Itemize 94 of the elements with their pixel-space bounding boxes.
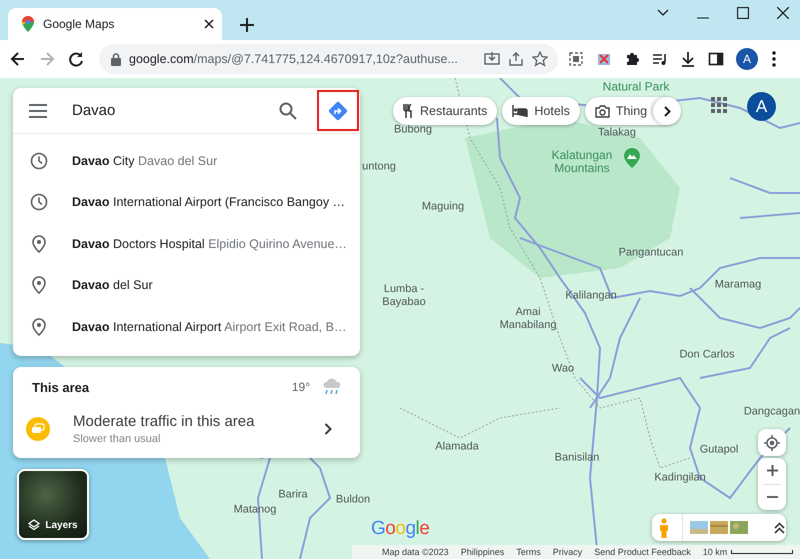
address-bar[interactable]: google.com/maps/@7.741775,124.4670917,10z?authuse... <box>99 44 558 74</box>
close-icon[interactable] <box>204 19 214 29</box>
category-chip[interactable]: Hotels <box>502 97 580 125</box>
place-label: Buldon <box>336 494 370 506</box>
search-field[interactable]: Davao <box>72 102 262 119</box>
area-title: This area <box>32 380 90 394</box>
place-label: Kadingilan <box>654 472 706 484</box>
close-icon[interactable] <box>777 7 789 19</box>
traffic-title: Moderate traffic in this area <box>73 413 256 430</box>
profile-avatar[interactable]: A <box>736 48 758 70</box>
place-label: Dangcagan <box>744 406 800 418</box>
back-icon[interactable] <box>9 50 27 68</box>
reload-icon[interactable] <box>67 50 85 68</box>
place-label: Don Carlos <box>679 348 735 362</box>
side-panel-icon[interactable] <box>708 51 724 67</box>
location-pin-icon <box>32 276 46 294</box>
footer-link[interactable]: Philippines <box>460 547 504 557</box>
chevron-right-icon <box>664 106 671 116</box>
temperature: 19° <box>292 380 310 394</box>
apps-grid-icon[interactable] <box>711 97 727 113</box>
place-label: Maguing <box>422 200 464 214</box>
chevron-right-icon <box>324 423 332 435</box>
place-label: Maramag <box>714 278 762 292</box>
footer-link[interactable]: Map data ©2023 <box>382 547 449 557</box>
traffic-car-icon <box>26 417 50 441</box>
place-label: Wao <box>552 362 574 376</box>
search-icon[interactable] <box>279 102 297 120</box>
place-label: Kalilangan <box>565 290 617 302</box>
scale-bar <box>731 550 794 554</box>
suggestion-item[interactable]: Davao del Sur <box>13 264 360 306</box>
scale-label: 10 km <box>702 547 728 557</box>
field-thumbnail-icon[interactable] <box>710 521 728 534</box>
footer-link[interactable]: Terms <box>516 547 541 557</box>
tab-title: Google Maps <box>43 17 116 31</box>
traffic-item[interactable]: Moderate traffic in this area Slower than usual <box>13 410 360 448</box>
new-tab-icon[interactable] <box>240 18 254 32</box>
place-label: Pangantucan <box>618 246 684 260</box>
layers-icon <box>28 519 40 531</box>
place-label: Gutapol <box>700 444 738 456</box>
install-icon[interactable] <box>484 51 500 67</box>
coast-thumbnail-icon[interactable] <box>690 521 708 534</box>
more-icon[interactable] <box>772 51 776 67</box>
menu-icon[interactable] <box>29 104 47 118</box>
lock-icon <box>111 52 121 66</box>
url-text: google.com/maps/@7.741775,124.4670917,10z?authuse... <box>129 52 459 66</box>
account-avatar[interactable]: A <box>747 92 776 121</box>
star-icon[interactable] <box>532 51 548 67</box>
puzzle-icon[interactable] <box>624 51 640 67</box>
location-pin-icon <box>32 234 46 253</box>
suggestion-item[interactable]: Davao City Davao del Sur <box>13 140 360 182</box>
google-logo: Google <box>371 518 430 540</box>
location-pin-icon <box>32 318 46 336</box>
traffic-subtitle: Slower than usual <box>73 433 162 445</box>
clock-icon <box>30 193 48 212</box>
maximize-icon[interactable] <box>737 7 749 19</box>
place-label: Natural Park <box>602 80 670 94</box>
screenshot-icon[interactable] <box>568 51 584 67</box>
mountain-pin-icon <box>624 148 640 168</box>
browser-tab[interactable]: Google Maps <box>8 8 222 40</box>
minus-icon <box>766 496 778 498</box>
place-label: Talakag <box>598 126 636 140</box>
media-queue-icon[interactable] <box>652 51 668 67</box>
my-location-button[interactable] <box>758 429 786 456</box>
place-label: Matanog <box>234 504 276 516</box>
extension-logo-icon[interactable] <box>596 51 612 67</box>
suggestion-item[interactable]: Davao Doctors Hospital Elpidio Quirino Avenue… <box>13 223 360 264</box>
place-label: Lumba - Bayabao <box>382 283 426 309</box>
place-label: Barira <box>278 488 308 502</box>
place-label: Alamada <box>435 440 479 454</box>
category-chip[interactable]: Restaurants <box>393 97 498 125</box>
footer-link[interactable]: Privacy <box>552 547 582 557</box>
clock-icon <box>30 152 48 170</box>
download-icon[interactable] <box>680 51 696 67</box>
place-label: untong <box>362 160 396 174</box>
fork-knife-icon <box>403 104 414 118</box>
double-chevron-up-icon[interactable] <box>774 522 785 534</box>
footer-link[interactable]: Send Product Feedback <box>594 547 691 557</box>
bed-icon <box>512 105 528 117</box>
suggestion-item[interactable]: Davao International Airport Airport Exit Road, B… <box>13 306 360 348</box>
location-target-icon <box>764 434 780 450</box>
place-label: Amai Manabilang <box>500 306 556 332</box>
camera-icon <box>594 104 610 118</box>
rain-cloud-icon <box>322 378 342 396</box>
place-label: Banisilan <box>554 452 600 464</box>
plus-icon <box>766 465 778 476</box>
share-icon[interactable] <box>508 51 524 67</box>
place-label: Kalatungan Mountains <box>552 149 612 175</box>
terrain-thumbnail-icon[interactable] <box>730 521 748 534</box>
directions-button[interactable] <box>317 90 359 131</box>
caret-icon[interactable] <box>657 9 669 17</box>
suggestion-item[interactable]: Davao International Airport (Francisco Bangoy … <box>13 182 360 223</box>
place-label: Bubong <box>394 124 432 136</box>
layers-button[interactable]: Layers <box>17 469 89 540</box>
map-pin-icon <box>22 16 34 32</box>
